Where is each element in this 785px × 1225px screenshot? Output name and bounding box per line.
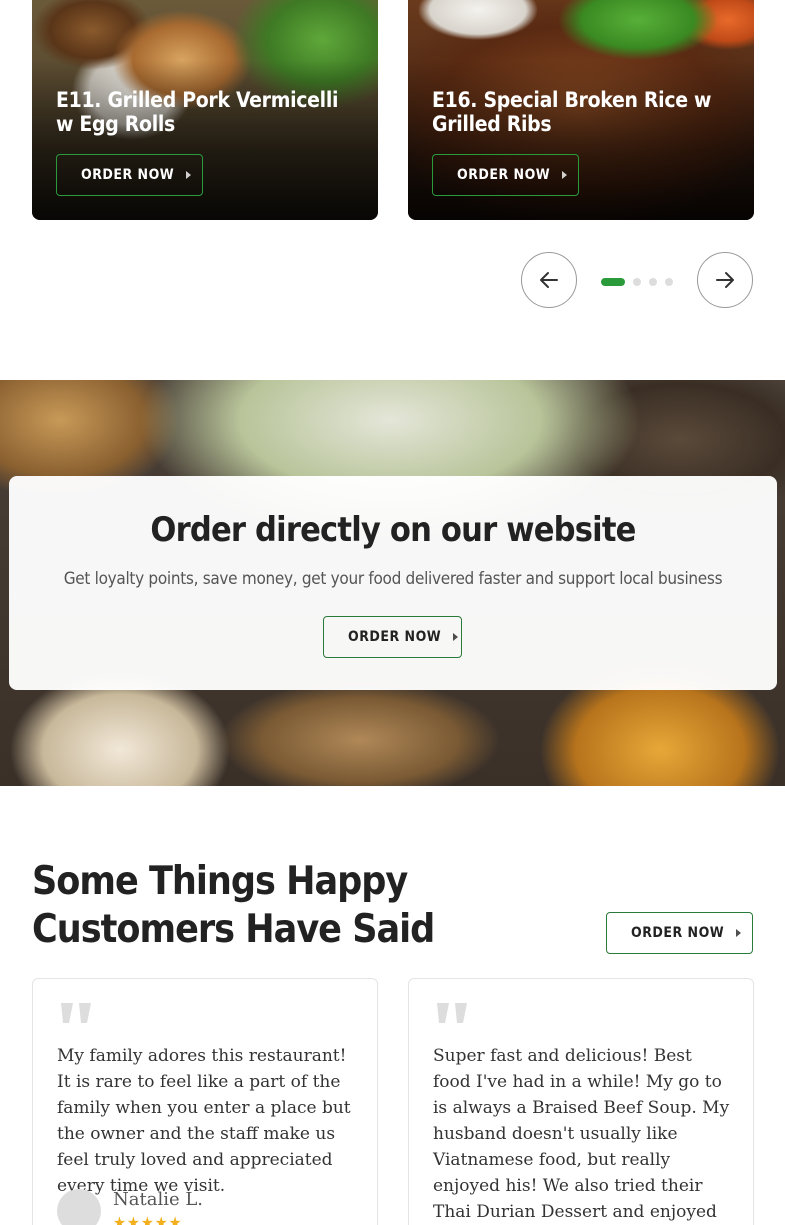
order-now-button[interactable]: ORDER NOW	[56, 154, 203, 196]
arrow-left-icon	[540, 272, 558, 288]
caret-right-icon	[453, 633, 459, 641]
banner-order-now-button[interactable]: ORDER NOW	[323, 616, 462, 658]
review-text: My family adores this restaurant! It is …	[57, 1046, 351, 1196]
banner-card: Order directly on our website Get loyalt…	[9, 476, 777, 690]
menu-card[interactable]: E11. Grilled Pork Vermicelli w Egg Rolls…	[32, 0, 378, 220]
order-now-button[interactable]: ORDER NOW	[432, 154, 579, 196]
star-rating: ★★★★★	[113, 1213, 183, 1225]
testimonials-heading: Some Things Happy Customers Have Said	[32, 859, 435, 952]
button-label: ORDER NOW	[631, 925, 725, 941]
order-direct-banner: Order directly on our website Get loyalt…	[0, 380, 785, 786]
review-text: Super fast and delicious! Best food I've…	[433, 1046, 730, 1222]
review-card: My family adores this restaurant! It is …	[32, 978, 378, 1225]
menu-card-title: E16. Special Broken Rice w Grilled Ribs	[432, 88, 712, 136]
quote-icon	[437, 1003, 467, 1023]
button-label: ORDER NOW	[457, 167, 551, 183]
carousel-dot-3[interactable]	[649, 278, 657, 286]
menu-card-title: E11. Grilled Pork Vermicelli w Egg Rolls	[56, 88, 339, 136]
caret-right-icon	[186, 171, 192, 179]
button-label: ORDER NOW	[81, 167, 175, 183]
review-card: Super fast and delicious! Best food I've…	[408, 978, 754, 1225]
caret-right-icon	[562, 171, 568, 179]
avatar	[57, 1189, 101, 1225]
quote-icon	[61, 1003, 91, 1023]
caret-right-icon	[736, 929, 742, 937]
banner-title: Order directly on our website	[150, 510, 636, 550]
reviewer-name: Natalie L.	[113, 1189, 204, 1210]
carousel-prev-button[interactable]	[521, 252, 577, 308]
arrow-right-icon	[716, 272, 734, 288]
carousel-pagination	[601, 278, 673, 286]
carousel-next-button[interactable]	[697, 252, 753, 308]
carousel-dot-2[interactable]	[633, 278, 641, 286]
menu-card[interactable]: E16. Special Broken Rice w Grilled Ribs …	[408, 0, 754, 220]
testimonials-order-now-button[interactable]: ORDER NOW	[606, 912, 753, 954]
banner-subtitle: Get loyalty points, save money, get your…	[63, 569, 723, 589]
carousel-dot-4[interactable]	[665, 278, 673, 286]
carousel-dot-1[interactable]	[601, 278, 625, 286]
button-label: ORDER NOW	[348, 629, 442, 645]
